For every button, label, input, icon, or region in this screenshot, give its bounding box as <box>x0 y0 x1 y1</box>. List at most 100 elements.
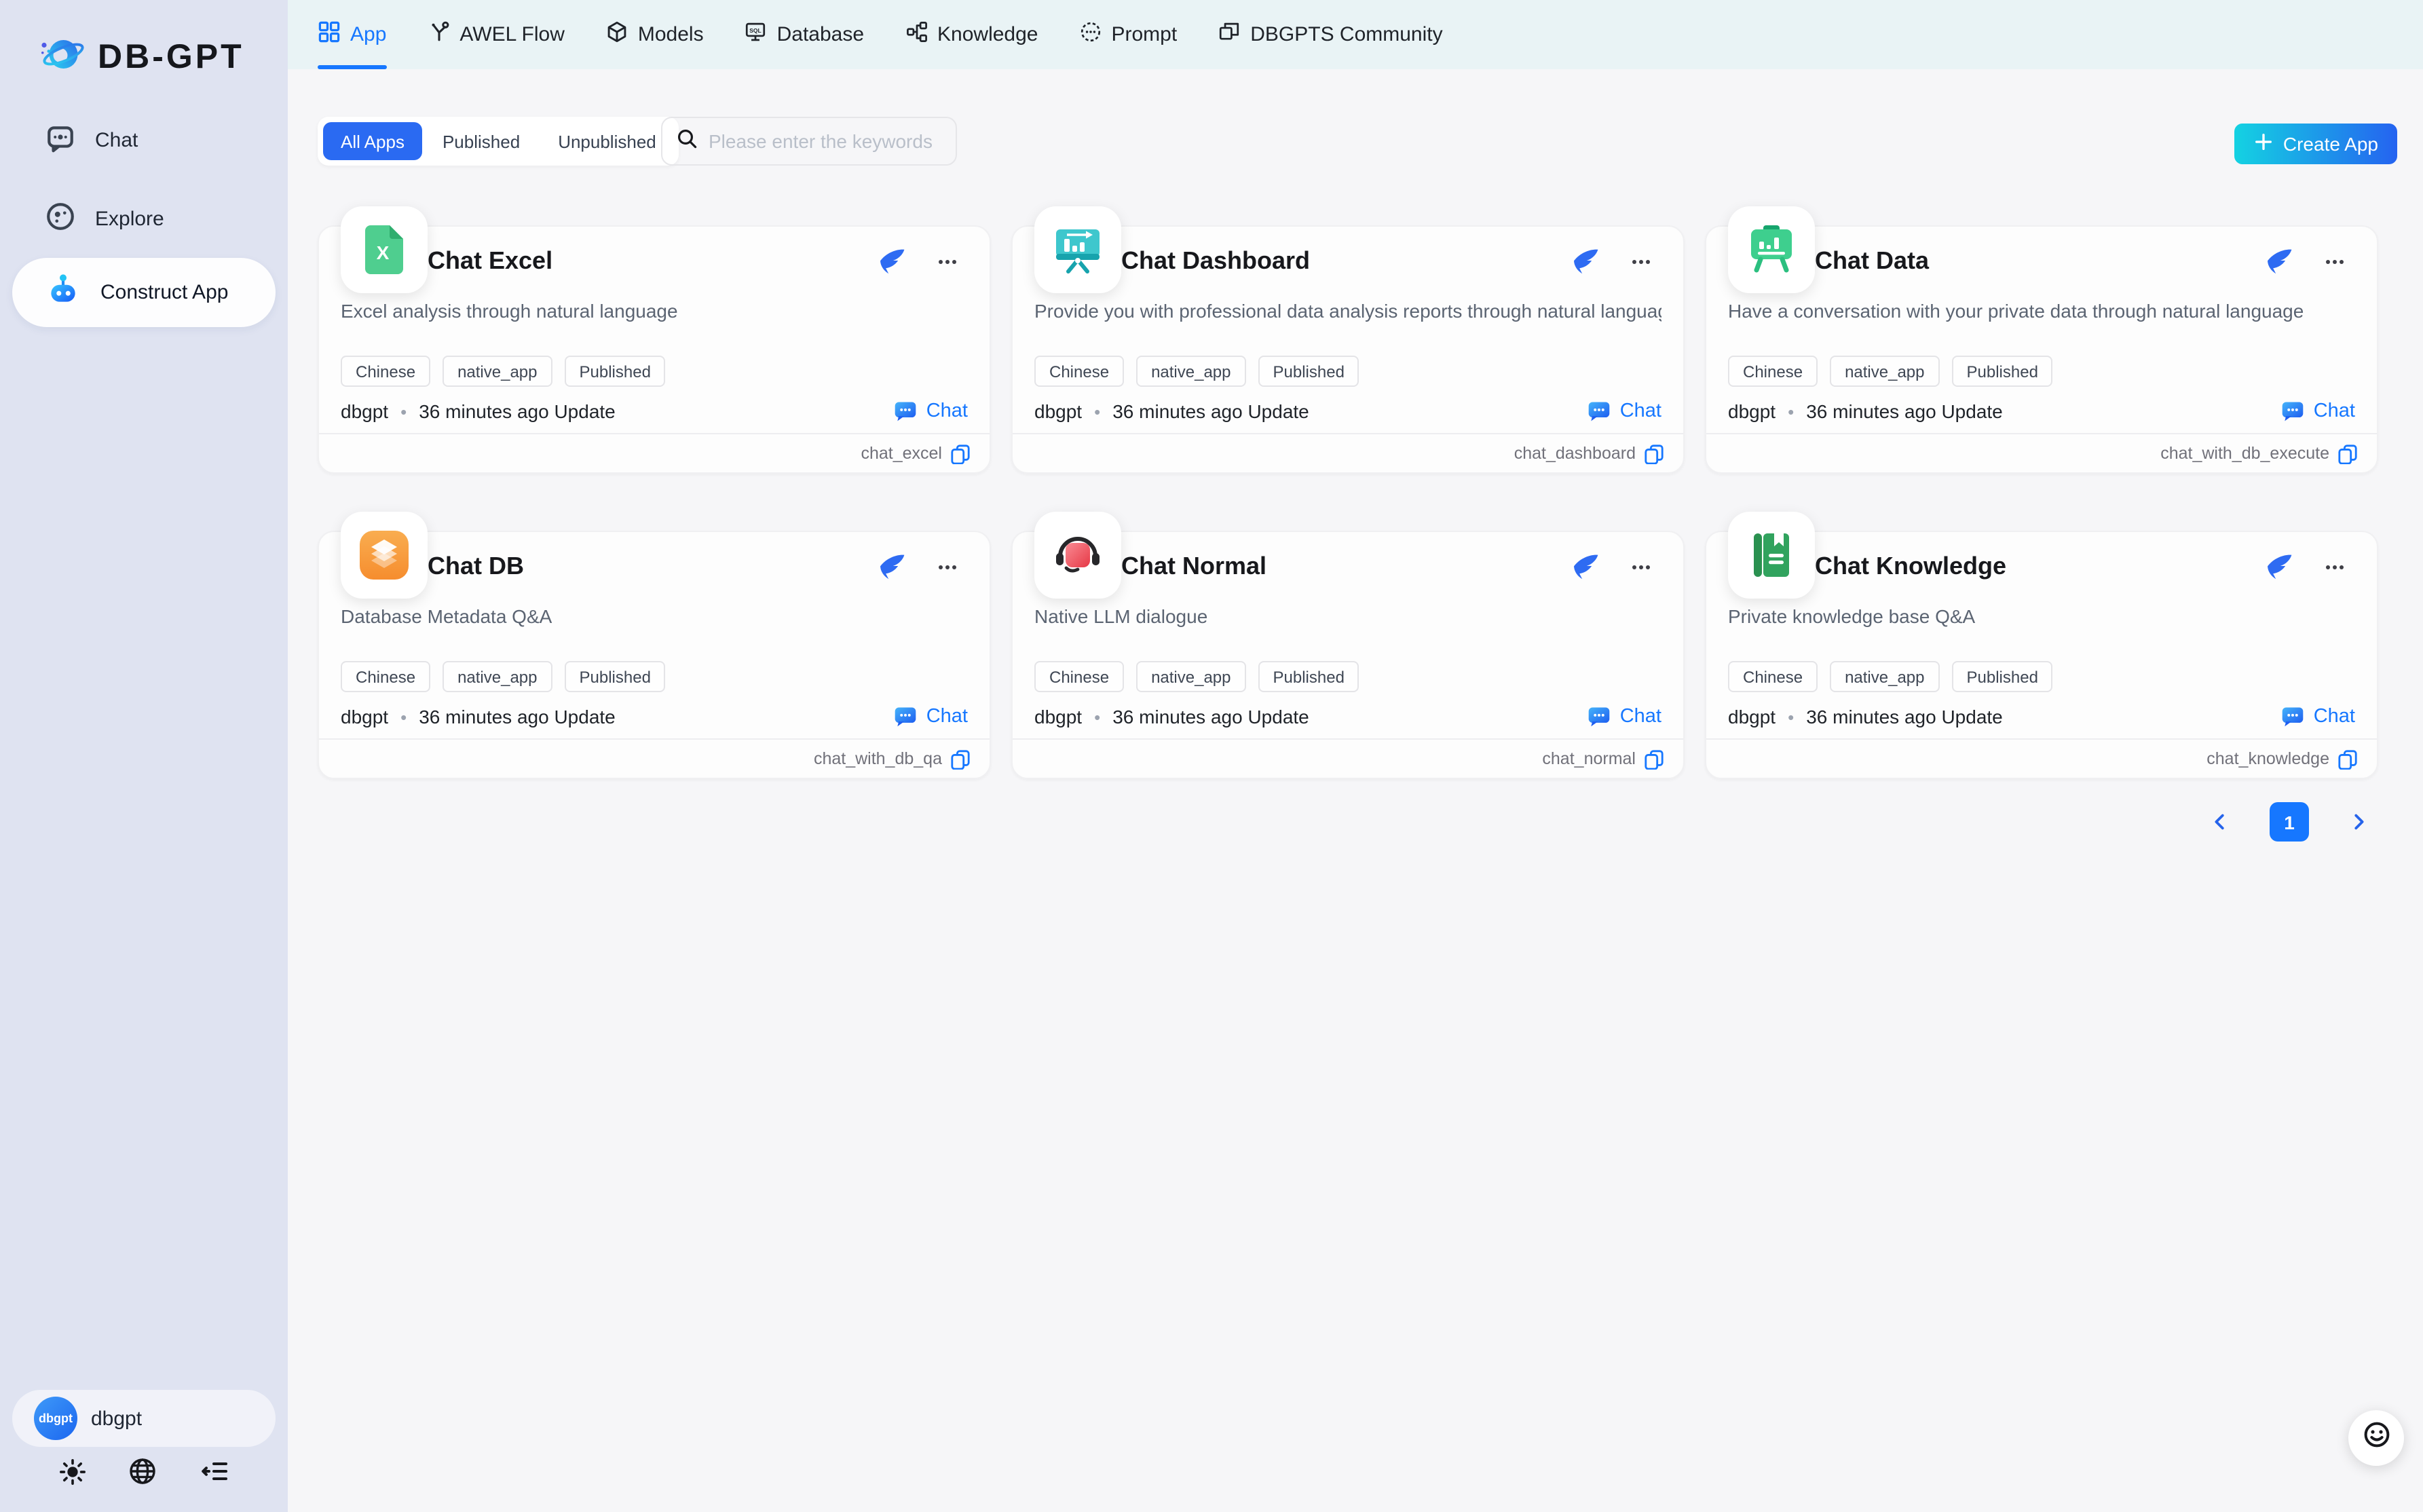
tag: Published <box>1952 661 2053 692</box>
tag: Published <box>565 356 666 387</box>
meta-row: dbgpt • 36 minutes ago Update Chat <box>1728 704 2355 729</box>
avatar: dbgpt <box>34 1397 77 1440</box>
tag: Published <box>1258 356 1359 387</box>
share-wing-icon[interactable] <box>1572 248 1599 282</box>
tag: Chinese <box>341 661 430 692</box>
app-card-chat-data[interactable]: Chat Data Have a conversation with your … <box>1705 225 2378 474</box>
dbgpt-logo[interactable]: DB-GPT <box>38 30 244 86</box>
tab-awel-flow[interactable]: AWEL Flow <box>427 0 564 69</box>
chat-link[interactable]: Chat <box>2281 704 2355 729</box>
sidebar: DB-GPT Chat <box>0 0 288 1512</box>
chat-link-label: Chat <box>2314 706 2355 727</box>
card-updated: 36 minutes ago Update <box>1112 706 1309 727</box>
feedback-fab[interactable] <box>2348 1410 2404 1466</box>
app-card-grid: X Chat Excel Excel analysis through natu… <box>318 225 2378 779</box>
meta-row: dbgpt • 36 minutes ago Update Chat <box>1728 399 2355 423</box>
copy-icon[interactable] <box>2337 749 2358 769</box>
app-card-chat-knowledge[interactable]: Chat Knowledge Private knowledge base Q&… <box>1705 531 2378 779</box>
app-card-chat-db[interactable]: Chat DB Database Metadata Q&A Chinese na… <box>318 531 991 779</box>
dot-separator: • <box>1788 401 1794 421</box>
pagination-page-1[interactable]: 1 <box>2270 802 2309 842</box>
card-updated: 36 minutes ago Update <box>1806 400 2003 422</box>
more-icon[interactable] <box>1629 250 1653 281</box>
collapse-sidebar-icon[interactable] <box>200 1456 229 1486</box>
share-wing-icon[interactable] <box>878 554 905 588</box>
scene-code: chat_with_db_qa <box>814 749 942 768</box>
chat-link[interactable]: Chat <box>894 704 968 729</box>
sidebar-item-label: Construct App <box>100 281 228 304</box>
tab-models[interactable]: Models <box>605 0 704 69</box>
chat-link[interactable]: Chat <box>1588 399 1661 423</box>
tab-label: AWEL Flow <box>459 23 564 46</box>
headset-icon <box>1034 512 1121 599</box>
app-card-chat-excel[interactable]: X Chat Excel Excel analysis through natu… <box>318 225 991 474</box>
card-footer: chat_with_db_qa <box>319 738 990 778</box>
user-profile[interactable]: dbgpt dbgpt <box>12 1390 276 1447</box>
data-easel-icon <box>1728 206 1815 293</box>
sidebar-item-label: Chat <box>95 129 138 152</box>
chat-link[interactable]: Chat <box>1588 704 1661 729</box>
filter-all-apps[interactable]: All Apps <box>323 122 422 160</box>
copy-icon[interactable] <box>1644 749 1664 769</box>
copy-icon[interactable] <box>950 443 971 464</box>
more-icon[interactable] <box>935 555 960 586</box>
card-description: Native LLM dialogue <box>1034 603 1661 630</box>
dot-separator: • <box>400 401 407 421</box>
tab-knowledge[interactable]: Knowledge <box>905 0 1038 69</box>
copy-icon[interactable] <box>2337 443 2358 464</box>
planet-ring-icon <box>38 30 87 86</box>
filter-published[interactable]: Published <box>425 122 538 160</box>
share-wing-icon[interactable] <box>878 248 905 282</box>
db-layers-icon <box>341 512 428 599</box>
pagination-next-icon[interactable] <box>2339 802 2378 842</box>
create-app-button[interactable]: Create App <box>2234 124 2397 164</box>
app-card-chat-normal[interactable]: Chat Normal Native LLM dialogue Chinese … <box>1011 531 1685 779</box>
card-author: dbgpt <box>1034 706 1082 727</box>
scene-code: chat_normal <box>1542 749 1636 768</box>
sidebar-item-explore[interactable]: Explore <box>12 185 276 254</box>
more-icon[interactable] <box>1629 555 1653 586</box>
share-wing-icon[interactable] <box>2266 554 2293 588</box>
tab-label: Models <box>638 23 704 46</box>
card-description: Private knowledge base Q&A <box>1728 603 2355 630</box>
svg-text:SQL: SQL <box>750 26 762 33</box>
filter-unpublished[interactable]: Unpublished <box>540 122 674 160</box>
more-icon[interactable] <box>935 250 960 281</box>
copy-icon[interactable] <box>950 749 971 769</box>
card-updated: 36 minutes ago Update <box>1112 400 1309 422</box>
chat-link-label: Chat <box>1620 400 1661 422</box>
more-icon[interactable] <box>2323 555 2347 586</box>
tab-prompt[interactable]: Prompt <box>1079 0 1178 69</box>
meta-row: dbgpt • 36 minutes ago Update Chat <box>341 704 968 729</box>
theme-sun-icon[interactable] <box>58 1457 87 1486</box>
search-input[interactable] <box>709 130 933 152</box>
share-wing-icon[interactable] <box>2266 248 2293 282</box>
card-footer: chat_excel <box>319 433 990 472</box>
card-description: Excel analysis through natural language <box>341 297 968 324</box>
tab-dbgpts-community[interactable]: DBGPTS Community <box>1218 0 1442 69</box>
model-box-icon <box>605 20 628 50</box>
scene-code: chat_dashboard <box>1514 444 1636 463</box>
chat-link[interactable]: Chat <box>2281 399 2355 423</box>
plus-icon <box>2253 132 2274 156</box>
app-card-chat-dashboard[interactable]: Chat Dashboard Provide you with professi… <box>1011 225 1685 474</box>
chat-bubble-icon <box>45 121 76 159</box>
main-content: All Apps Published Unpublished Create Ap… <box>288 69 2423 1512</box>
tag-row: Chinese native_app Published <box>341 356 666 387</box>
share-wing-icon[interactable] <box>1572 554 1599 588</box>
copy-icon[interactable] <box>1644 443 1664 464</box>
sidebar-item-chat[interactable]: Chat <box>12 106 276 175</box>
tab-app[interactable]: App <box>318 0 386 69</box>
chat-link[interactable]: Chat <box>894 399 968 423</box>
more-icon[interactable] <box>2323 250 2347 281</box>
card-updated: 36 minutes ago Update <box>419 400 616 422</box>
chat-link-label: Chat <box>1620 706 1661 727</box>
sidebar-item-construct-app[interactable]: Construct App <box>12 258 276 327</box>
scene-code: chat_with_db_execute <box>2160 444 2329 463</box>
language-globe-icon[interactable] <box>128 1456 158 1486</box>
tab-label: Knowledge <box>937 23 1038 46</box>
pagination-prev-icon[interactable] <box>2200 802 2240 842</box>
tab-database[interactable]: SQL Database <box>745 0 864 69</box>
smiley-icon <box>2361 1420 2391 1456</box>
tag-row: Chinese native_app Published <box>1728 356 2053 387</box>
